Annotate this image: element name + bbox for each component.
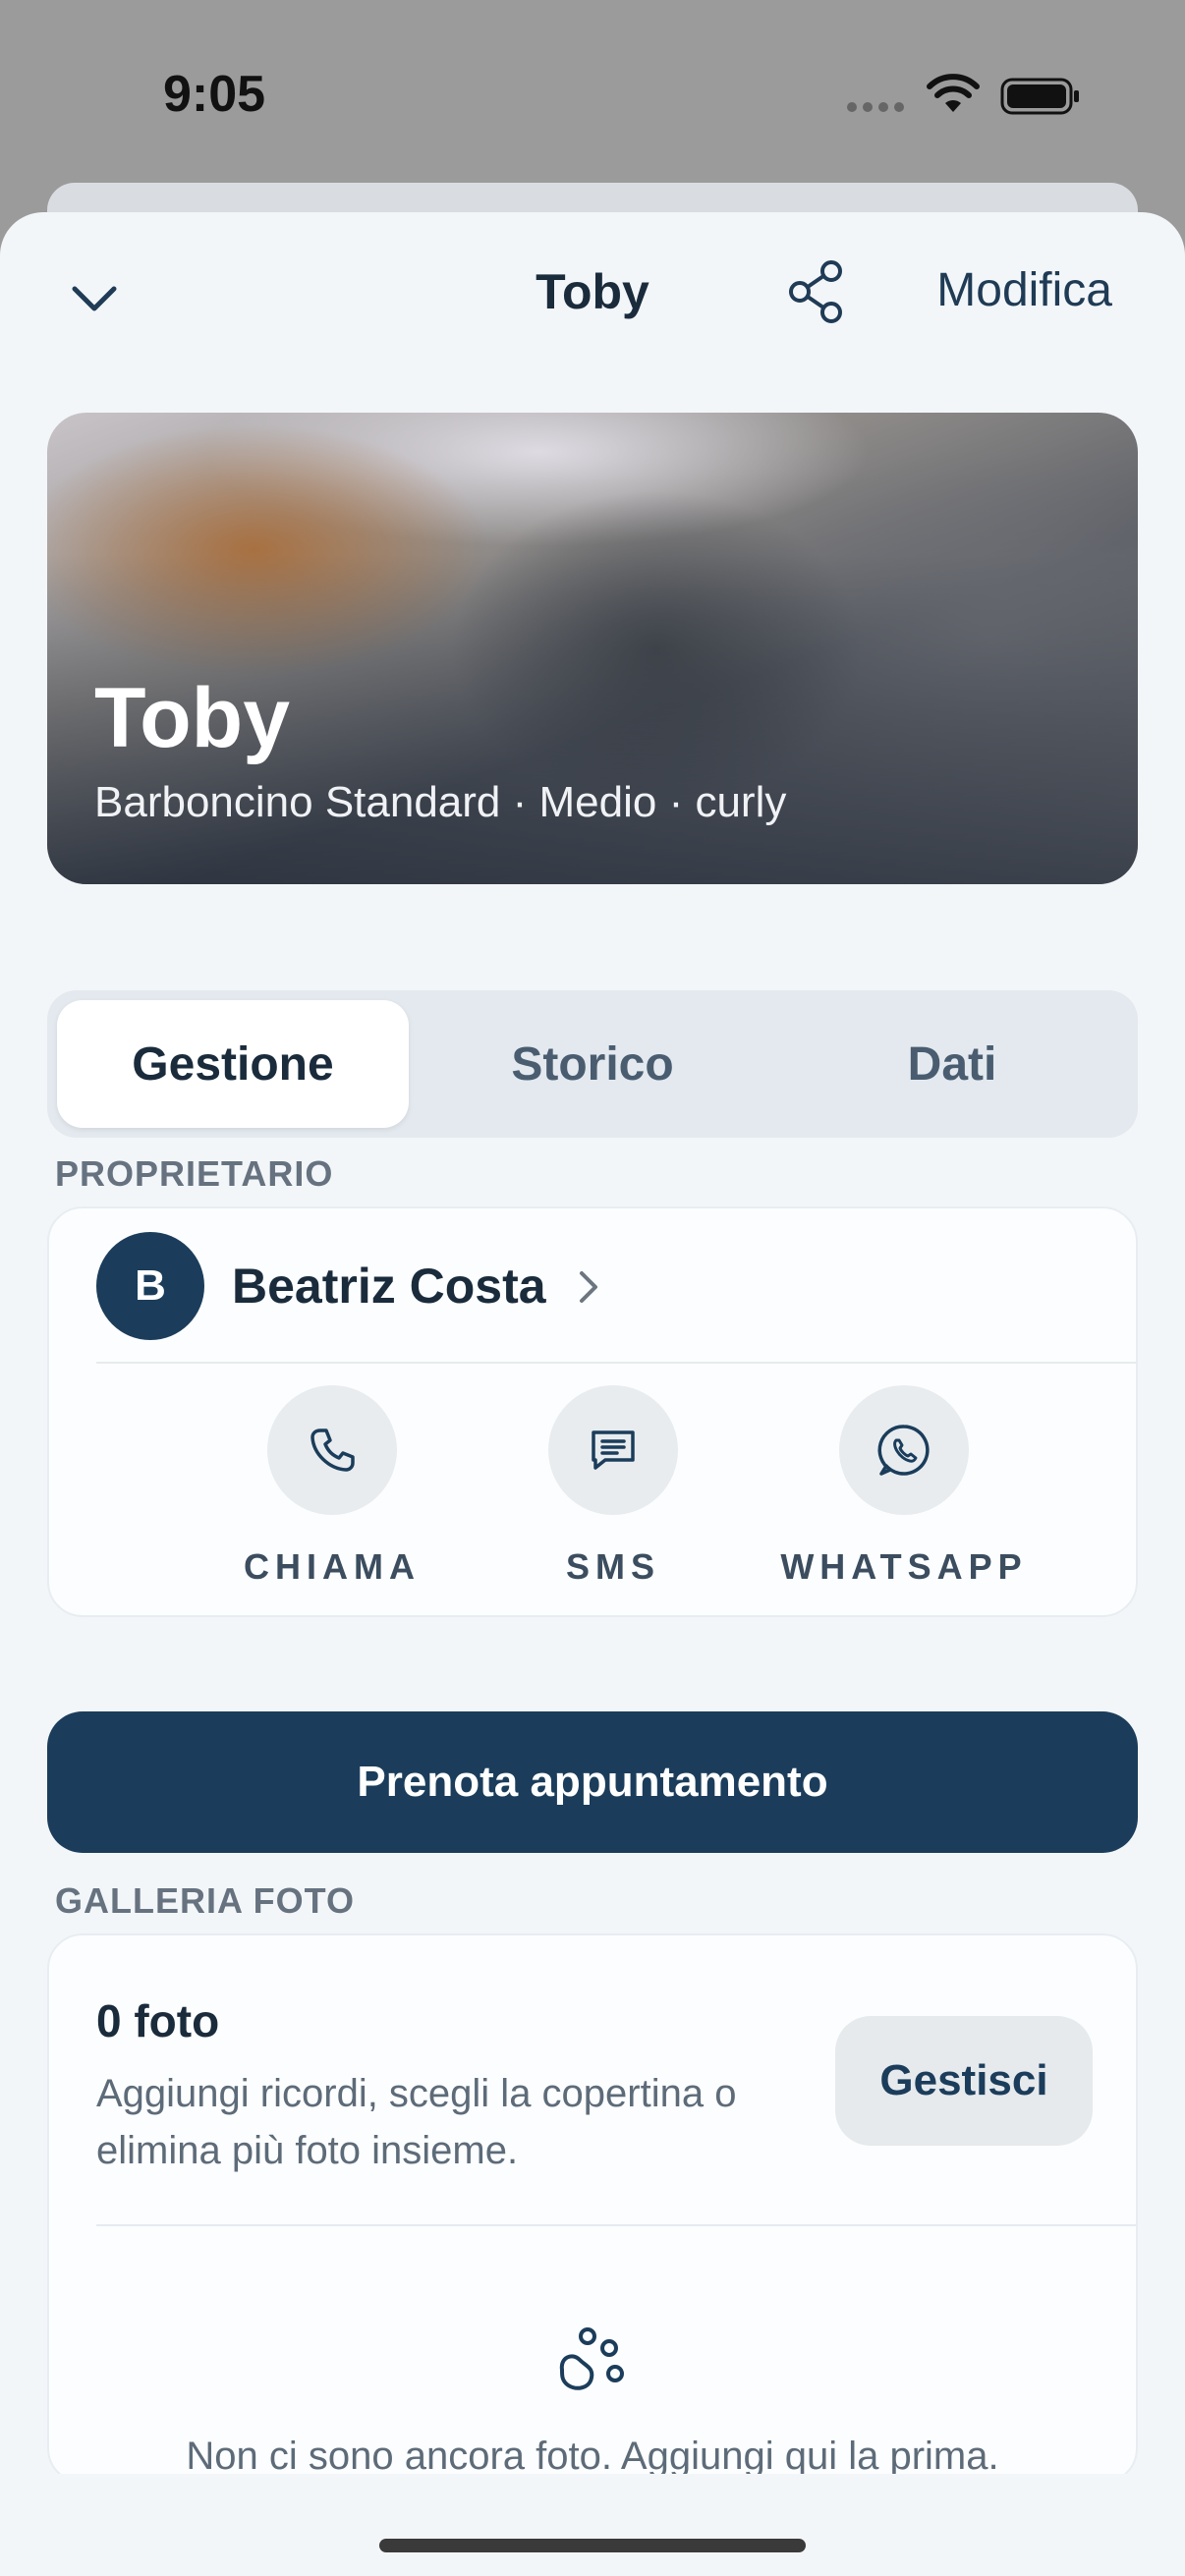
owner-name[interactable]: Beatriz Costa (232, 1258, 546, 1315)
gallery-empty-text: Non ci sono ancora foto. Aggiungi qui la… (186, 2435, 999, 2478)
sms-action[interactable]: SMS (495, 1385, 731, 1588)
gallery-card: 0 foto Aggiungi ricordi, scegli la coper… (47, 1933, 1138, 2484)
bottom-safe-area (0, 2474, 1185, 2576)
signal-icon (847, 102, 904, 112)
divider (96, 2224, 1136, 2226)
whatsapp-button[interactable] (839, 1385, 969, 1515)
pet-name: Toby (94, 671, 291, 765)
chevron-right-icon[interactable] (570, 1263, 609, 1311)
manage-gallery-button[interactable]: Gestisci (835, 2016, 1093, 2146)
message-icon (592, 1430, 635, 1470)
battery-icon (1000, 78, 1079, 115)
status-bar: 9:05 (0, 0, 1185, 187)
avatar: B (96, 1232, 204, 1340)
pet-cover-photo: Toby Barboncino Standard · Medio · curly (47, 413, 1138, 884)
gallery-description: Aggiungi ricordi, scegli la copertina o … (96, 2072, 737, 2172)
home-indicator[interactable] (379, 2539, 806, 2552)
navigation-bar: Toby Modifica (0, 212, 1185, 369)
call-button[interactable] (267, 1385, 397, 1515)
sms-label: SMS (565, 1546, 660, 1587)
owner-card: B Beatriz Costa CHIAMA SMS WHATSAPP (47, 1206, 1138, 1617)
gallery-section-label: GALLERIA FOTO (55, 1880, 355, 1921)
whatsapp-action[interactable]: WHATSAPP (757, 1385, 1051, 1588)
sms-button[interactable] (548, 1385, 678, 1515)
divider (96, 1362, 1136, 1364)
book-appointment-button[interactable]: Prenota appuntamento (47, 1711, 1138, 1853)
whatsapp-icon (877, 1425, 930, 1476)
paw-icon (559, 2327, 624, 2390)
tab-dati[interactable]: Dati (776, 1000, 1128, 1128)
photo-count: 0 foto (96, 1995, 220, 2046)
status-time: 9:05 (163, 66, 266, 123)
call-label: CHIAMA (244, 1546, 421, 1587)
edit-button[interactable]: Modifica (936, 263, 1112, 317)
wifi-icon (927, 74, 980, 112)
share-icon[interactable] (786, 259, 847, 324)
phone-icon (310, 1428, 355, 1472)
tab-gestione[interactable]: Gestione (57, 1000, 409, 1128)
segmented-tabs: Gestione Storico Dati (47, 990, 1138, 1138)
call-action[interactable]: CHIAMA (214, 1385, 450, 1588)
pet-breed-info: Barboncino Standard · Medio · curly (94, 778, 787, 826)
pet-detail-sheet: Toby Modifica Toby Barboncino Standard ·… (0, 212, 1185, 2576)
whatsapp-label: WHATSAPP (780, 1546, 1028, 1587)
owner-section-label: PROPRIETARIO (55, 1153, 334, 1194)
tab-storico[interactable]: Storico (417, 1000, 768, 1128)
